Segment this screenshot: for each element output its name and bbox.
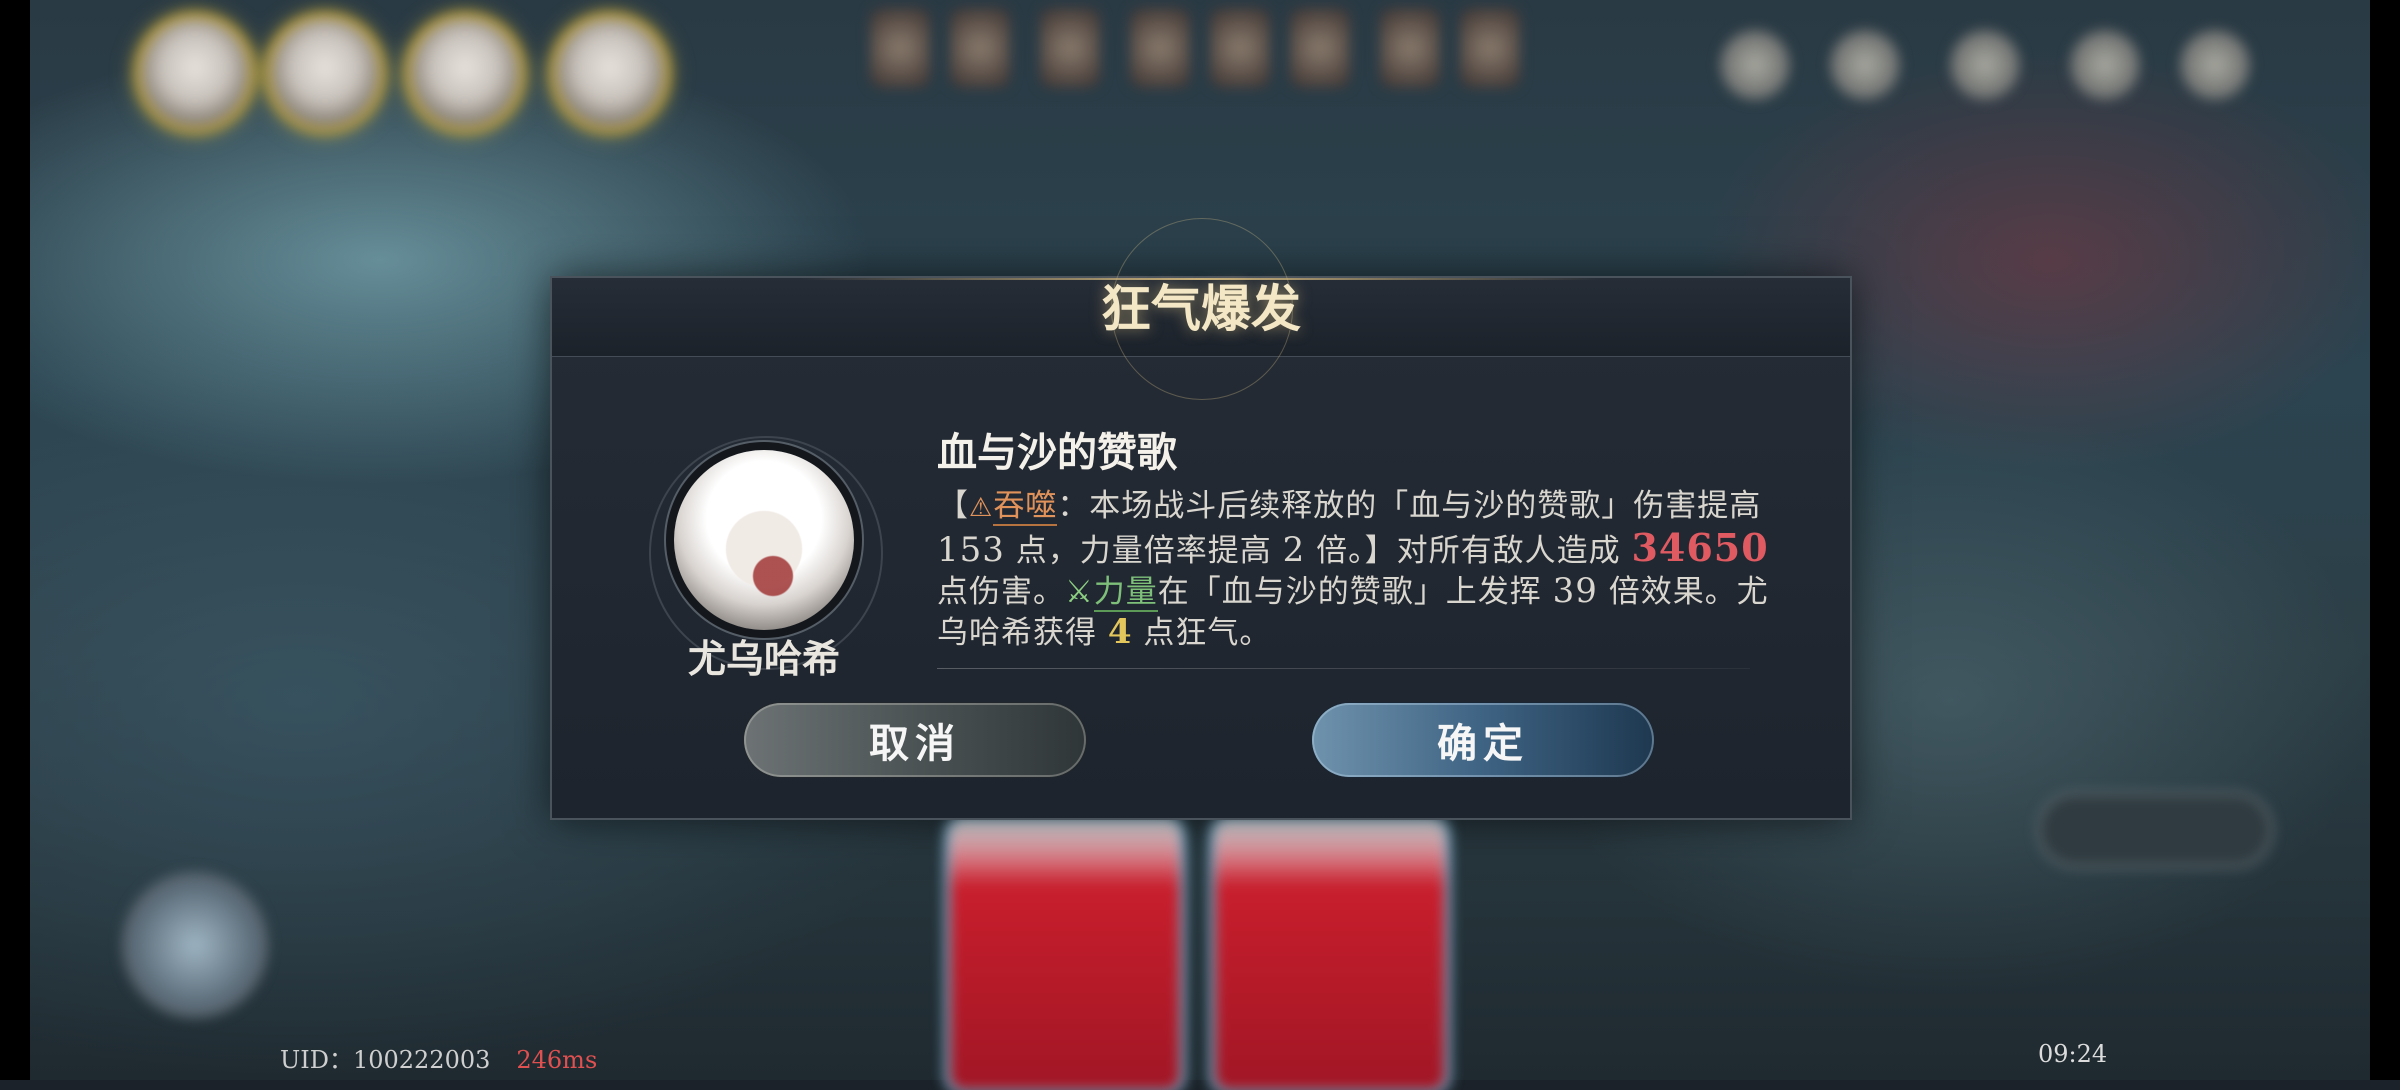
- desc-text: 点狂气。: [1143, 615, 1272, 651]
- relic-icon-8: [1460, 8, 1520, 88]
- warning-icon: ⚠: [969, 493, 994, 523]
- desc-text: 【: [937, 488, 969, 524]
- status-icon-4: [2070, 30, 2140, 100]
- damage-increase-value: 153: [937, 530, 1005, 570]
- party-avatar-1: [140, 18, 250, 128]
- damage-value: 34650: [1631, 525, 1769, 570]
- divider: [937, 668, 1750, 669]
- party-avatar-4: [555, 18, 665, 128]
- energy-orb: [130, 880, 260, 1010]
- status-icon-3: [1950, 30, 2020, 100]
- skill-description: 【⚠吞噬：本场战斗后续释放的「血与沙的赞歌」伤害提高 153 点，力量倍率提高 …: [937, 486, 1777, 653]
- desc-text: 点伤害。: [937, 574, 1065, 610]
- party-avatar-3: [410, 18, 520, 128]
- uid-text: UID：100222003: [280, 1046, 491, 1074]
- letterbox-right: [2370, 0, 2400, 1080]
- keyword-devour[interactable]: 吞噬: [993, 488, 1058, 526]
- multiplier-increase-value: 2: [1282, 530, 1306, 570]
- dialog-title: 狂气爆发: [1101, 279, 1301, 338]
- uid-label: UID：100222003 246ms: [280, 1040, 597, 1075]
- relic-icon-7: [1380, 8, 1440, 88]
- letterbox-left: [0, 0, 30, 1080]
- relic-icon-3: [1040, 8, 1100, 88]
- hand-card-1: [950, 820, 1180, 1090]
- ping-text: 246ms: [516, 1046, 598, 1074]
- relic-icon-6: [1290, 8, 1350, 88]
- desc-text: 在「血与沙的赞歌」上发挥: [1157, 574, 1542, 610]
- confirm-dialog: 狂气爆发 尤乌哈希 血与沙的赞歌 【⚠吞噬：本场战斗后续释放的「血与沙的赞歌」伤…: [550, 218, 1852, 820]
- end-turn-button: [2040, 795, 2270, 865]
- status-icon-2: [1830, 30, 1900, 100]
- cancel-button[interactable]: 取消: [744, 703, 1086, 777]
- character-name: 尤乌哈希: [687, 636, 840, 681]
- status-icon-5: [2180, 30, 2250, 100]
- clock: 09:24: [2038, 1040, 2108, 1068]
- confirm-button[interactable]: 确定: [1312, 703, 1654, 777]
- dialog-header: 狂气爆发: [552, 218, 1850, 400]
- relic-icon-1: [870, 8, 930, 88]
- relic-icon-2: [950, 8, 1010, 88]
- relic-icon-5: [1210, 8, 1270, 88]
- desc-text: 倍。】对所有敌人造成: [1316, 533, 1621, 569]
- relic-icon-4: [1130, 8, 1190, 88]
- character-portrait: [674, 450, 854, 630]
- keyword-strength[interactable]: 力量: [1093, 574, 1158, 612]
- party-avatar-2: [270, 18, 380, 128]
- sword-icon: ⚔: [1065, 574, 1094, 610]
- status-icon-1: [1720, 30, 1790, 100]
- strength-effect-value: 39: [1552, 571, 1598, 611]
- hand-card-2: [1215, 820, 1445, 1090]
- skill-name: 血与沙的赞歌: [937, 429, 1177, 476]
- desc-text: ：本场战斗后续释放的「血与沙的赞歌」伤害提高: [1057, 488, 1762, 524]
- madness-gain-value: 4: [1107, 612, 1133, 652]
- desc-text: 点，力量倍率提高: [1015, 533, 1272, 569]
